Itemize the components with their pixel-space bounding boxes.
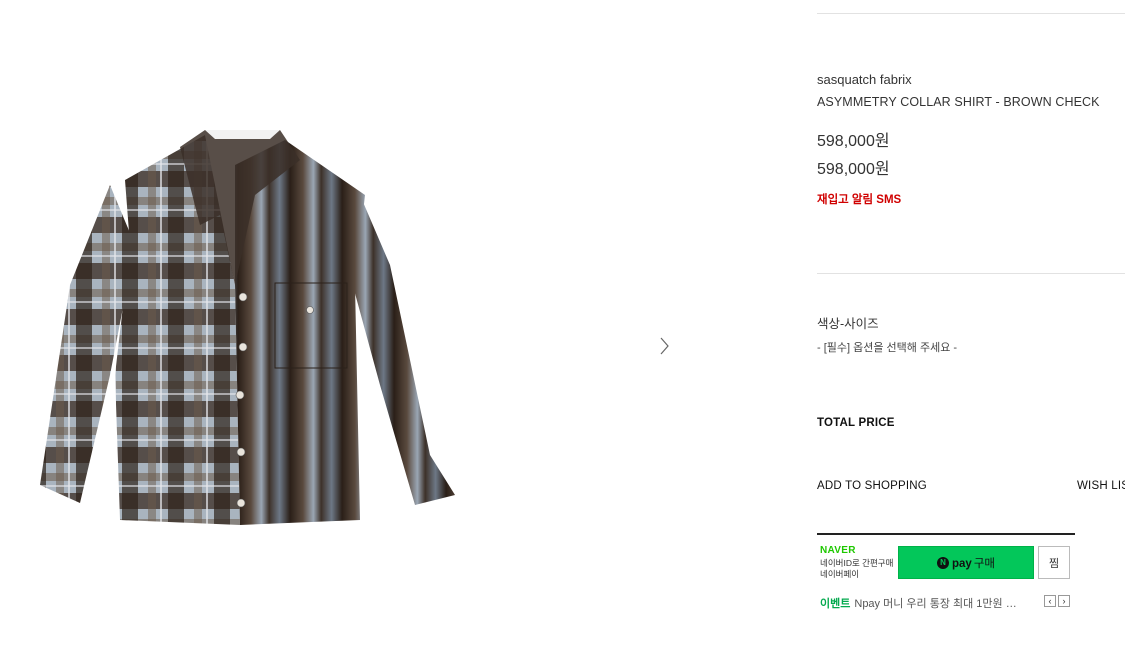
gallery-next-button[interactable] (655, 335, 675, 357)
naver-desc-line1: 네이버ID로 간편구매 (820, 558, 894, 568)
npay-buy-button[interactable]: N pay 구매 (898, 546, 1034, 579)
event-text[interactable]: Npay 머니 우리 통장 최대 1만원 … (854, 595, 1026, 611)
add-to-cart-button[interactable]: ADD TO SHOPPING (817, 480, 927, 492)
npay-pay-text: pay (952, 557, 972, 570)
option-title: 색상-사이즈 (817, 317, 879, 331)
wish-list-button[interactable]: WISH LIST (1077, 480, 1125, 492)
naver-pay-description: 네이버ID로 간편구매 네이버페이 (820, 558, 900, 580)
product-image (40, 130, 455, 525)
chevron-right-icon (660, 337, 669, 355)
zzim-button[interactable]: 찜 (1038, 546, 1070, 579)
product-gallery (0, 0, 700, 672)
naver-logo: NAVER (820, 545, 856, 556)
product-sale-price: 598,000원 (817, 161, 890, 178)
naver-pay-box: NAVER 네이버ID로 간편구매 네이버페이 N pay 구매 찜 이벤트 Npa… (817, 533, 1075, 615)
product-name: ASYMMETRY COLLAR SHIRT - BROWN CHECK (817, 95, 1100, 109)
naver-desc-line2: 네이버페이 (820, 569, 860, 579)
npay-event-row: 이벤트 Npay 머니 우리 통장 최대 1만원 … ‹ › (820, 595, 1074, 611)
event-nav: ‹ › (1044, 595, 1070, 607)
options-divider (817, 273, 1125, 274)
npay-buy-text: 구매 (973, 557, 995, 570)
event-label: 이벤트 (820, 598, 851, 610)
event-next-button[interactable]: › (1058, 595, 1070, 607)
product-brand: sasquatch fabrix (817, 72, 912, 87)
total-price-label: TOTAL PRICE (817, 417, 895, 429)
event-prev-button[interactable]: ‹ (1044, 595, 1056, 607)
product-info-panel: sasquatch fabrix ASYMMETRY COLLAR SHIRT … (817, 0, 1125, 672)
npay-n-icon: N (937, 556, 949, 569)
option-select[interactable]: - [필수] 옵션을 선택해 주세요 - (817, 339, 957, 355)
top-divider (817, 13, 1125, 14)
npay-button-label: pay 구매 (952, 555, 995, 571)
product-price: 598,000원 (817, 133, 890, 150)
restock-sms-link[interactable]: 재입고 알림 SMS (817, 191, 901, 207)
